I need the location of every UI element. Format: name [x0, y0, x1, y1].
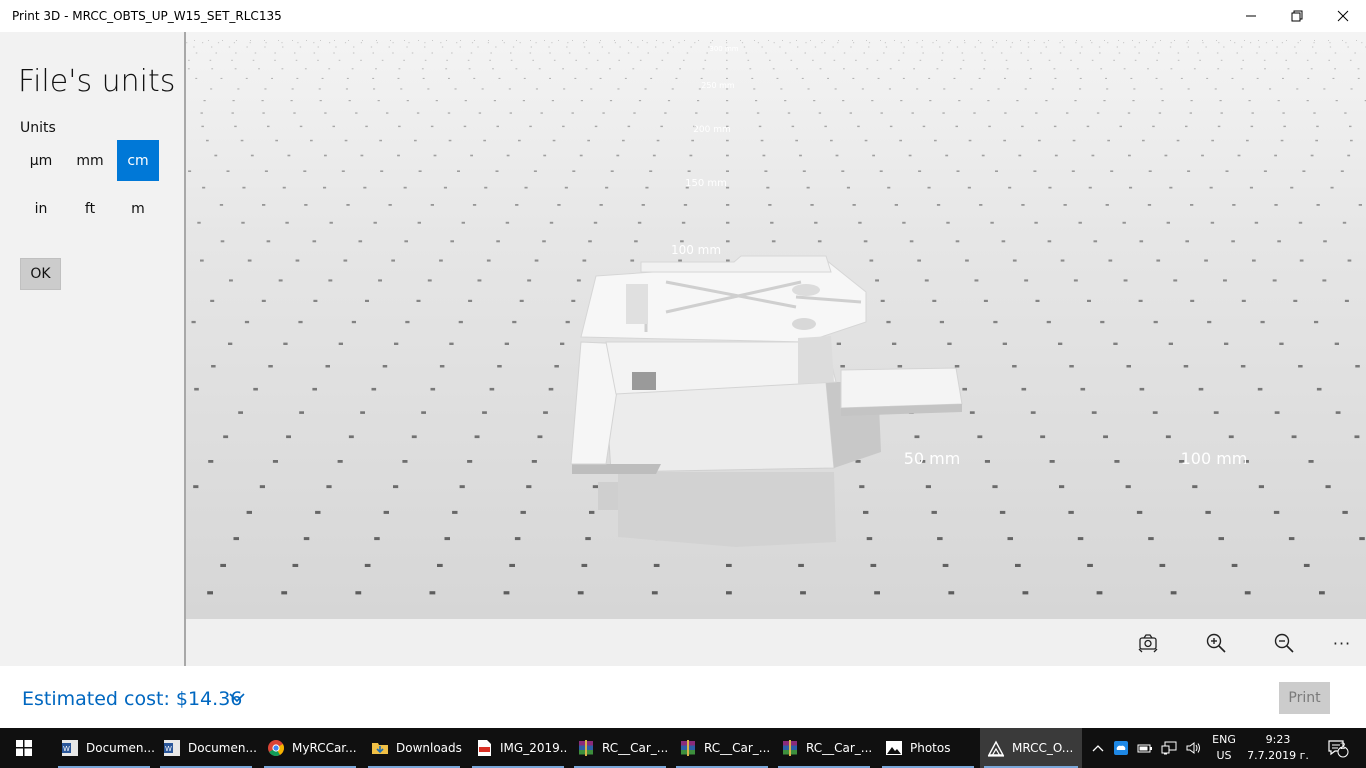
zoom-out-button[interactable] [1272, 631, 1296, 655]
taskbar-item-winrar-3[interactable]: RC__Car_... [774, 728, 874, 768]
taskbar-item-downloads[interactable]: Downloads [364, 728, 464, 768]
3d-viewport[interactable]: 300 mm 250 mm 200 mm 150 mm 100 mm 50 mm… [186, 32, 1366, 619]
restore-icon [1291, 10, 1303, 22]
scale-label-100-x: 100 mm [1181, 449, 1248, 468]
print3d-icon [987, 740, 1005, 757]
cloud-sync-icon [1114, 741, 1128, 755]
taskbar-item-label: Documen... [188, 741, 256, 755]
word-icon: W [164, 740, 180, 756]
language-code: ENG [1212, 733, 1236, 746]
zoom-out-icon [1274, 633, 1294, 653]
volume-button[interactable] [1182, 728, 1204, 768]
view-toolbar: ··· [186, 619, 1366, 666]
taskbar-item-print3d[interactable]: MRCC_O... [980, 728, 1082, 768]
more-icon: ··· [1332, 633, 1352, 653]
ok-button[interactable]: OK [20, 258, 61, 290]
taskbar-item-word-2[interactable]: W Documen... [156, 728, 256, 768]
unit-in-button[interactable]: in [20, 188, 62, 229]
taskbar-item-label: RC__Car_... [704, 741, 771, 755]
taskbar-item-chrome[interactable]: MyRCCar... [260, 728, 360, 768]
battery-button[interactable] [1134, 728, 1156, 768]
clock-date: 7.7.2019 г. [1247, 749, 1309, 762]
zoom-in-icon [1206, 633, 1226, 653]
panel-title: File's units [18, 64, 176, 99]
clock-time: 9:23 [1265, 733, 1291, 746]
view-reset-icon [1138, 634, 1158, 653]
taskbar-item-winrar-1[interactable]: RC__Car_... [570, 728, 670, 768]
title-bar: Print 3D - MRCC_OBTS_UP_W15_SET_RLC135 [0, 0, 1366, 32]
language-region: US [1216, 749, 1232, 762]
minimize-icon [1246, 15, 1256, 17]
tray-app-button[interactable] [1110, 728, 1132, 768]
zoom-in-button[interactable] [1204, 631, 1228, 655]
scale-label-300: 300 mm [709, 45, 738, 53]
file-units-panel: File's units Units µm mm cm in ft m OK [0, 32, 184, 666]
restore-button[interactable] [1274, 0, 1320, 32]
photos-icon [886, 741, 902, 755]
winrar-icon [681, 740, 695, 756]
chrome-icon [268, 740, 284, 756]
taskbar-item-label: RC__Car_... [602, 741, 669, 755]
scale-label-200: 200 mm [693, 125, 731, 135]
more-button[interactable]: ··· [1330, 631, 1354, 655]
scale-label-50-x: 50 mm [904, 449, 961, 468]
battery-icon [1137, 744, 1152, 753]
taskbar-item-label: RC__Car_... [806, 741, 873, 755]
taskbar-item-label: Documen... [86, 741, 154, 755]
taskbar-item-label: MRCC_O... [1012, 741, 1074, 755]
unit-mm-button[interactable]: mm [69, 140, 111, 181]
cost-bar: Estimated cost: $14.36 Print [0, 666, 1366, 728]
build-plate-scene: 300 mm 250 mm 200 mm 150 mm 100 mm 50 mm… [186, 32, 1366, 619]
scale-label-150: 150 mm [685, 178, 727, 189]
unit-cm-button[interactable]: cm [117, 140, 159, 181]
unit-um-button[interactable]: µm [20, 140, 62, 181]
units-label: Units [20, 120, 56, 136]
taskbar: W Documen... W Documen... MyRCCar... Dow… [0, 728, 1366, 768]
network-button[interactable] [1158, 728, 1180, 768]
word-icon: W [62, 740, 78, 756]
taskbar-item-word-1[interactable]: W Documen... [54, 728, 154, 768]
winrar-icon [783, 740, 797, 756]
taskbar-item-label: MyRCCar... [292, 741, 357, 755]
windows-logo-icon [16, 740, 32, 756]
network-icon [1161, 741, 1177, 755]
chevron-up-icon [1092, 745, 1104, 752]
clock-button[interactable]: 9:23 7.7.2019 г. [1246, 732, 1310, 764]
taskbar-item-label: Photos [910, 741, 951, 755]
scale-label-250: 250 mm [701, 81, 735, 90]
print-button[interactable]: Print [1279, 682, 1330, 714]
svg-text:W: W [63, 745, 70, 753]
show-hidden-icons-button[interactable] [1088, 728, 1108, 768]
input-language-button[interactable]: ENG US [1206, 732, 1242, 764]
taskbar-item-photos[interactable]: Photos [878, 728, 978, 768]
window-title: Print 3D - MRCC_OBTS_UP_W15_SET_RLC135 [12, 9, 282, 23]
view-reset-button[interactable] [1136, 631, 1160, 655]
taskbar-item-pdf[interactable]: IMG_2019... [468, 728, 568, 768]
action-center-button[interactable]: 2 [1318, 728, 1358, 768]
estimated-cost-link[interactable]: Estimated cost: $14.36 [22, 688, 242, 710]
speaker-icon [1186, 742, 1200, 754]
unit-m-button[interactable]: m [117, 188, 159, 229]
unit-ft-button[interactable]: ft [69, 188, 111, 229]
folder-icon [372, 743, 388, 754]
close-button[interactable] [1320, 0, 1366, 32]
notification-count: 2 [1340, 742, 1346, 752]
taskbar-item-winrar-2[interactable]: RC__Car_... [672, 728, 772, 768]
taskbar-item-label: IMG_2019... [500, 741, 568, 755]
pdf-icon [478, 740, 491, 756]
svg-text:W: W [165, 745, 172, 753]
start-button[interactable] [0, 728, 48, 768]
minimize-button[interactable] [1228, 0, 1274, 32]
scale-label-100-y: 100 mm [671, 243, 721, 257]
chevron-down-icon[interactable] [229, 693, 245, 703]
taskbar-item-label: Downloads [396, 741, 462, 755]
winrar-icon [579, 740, 593, 756]
close-icon [1337, 10, 1349, 22]
